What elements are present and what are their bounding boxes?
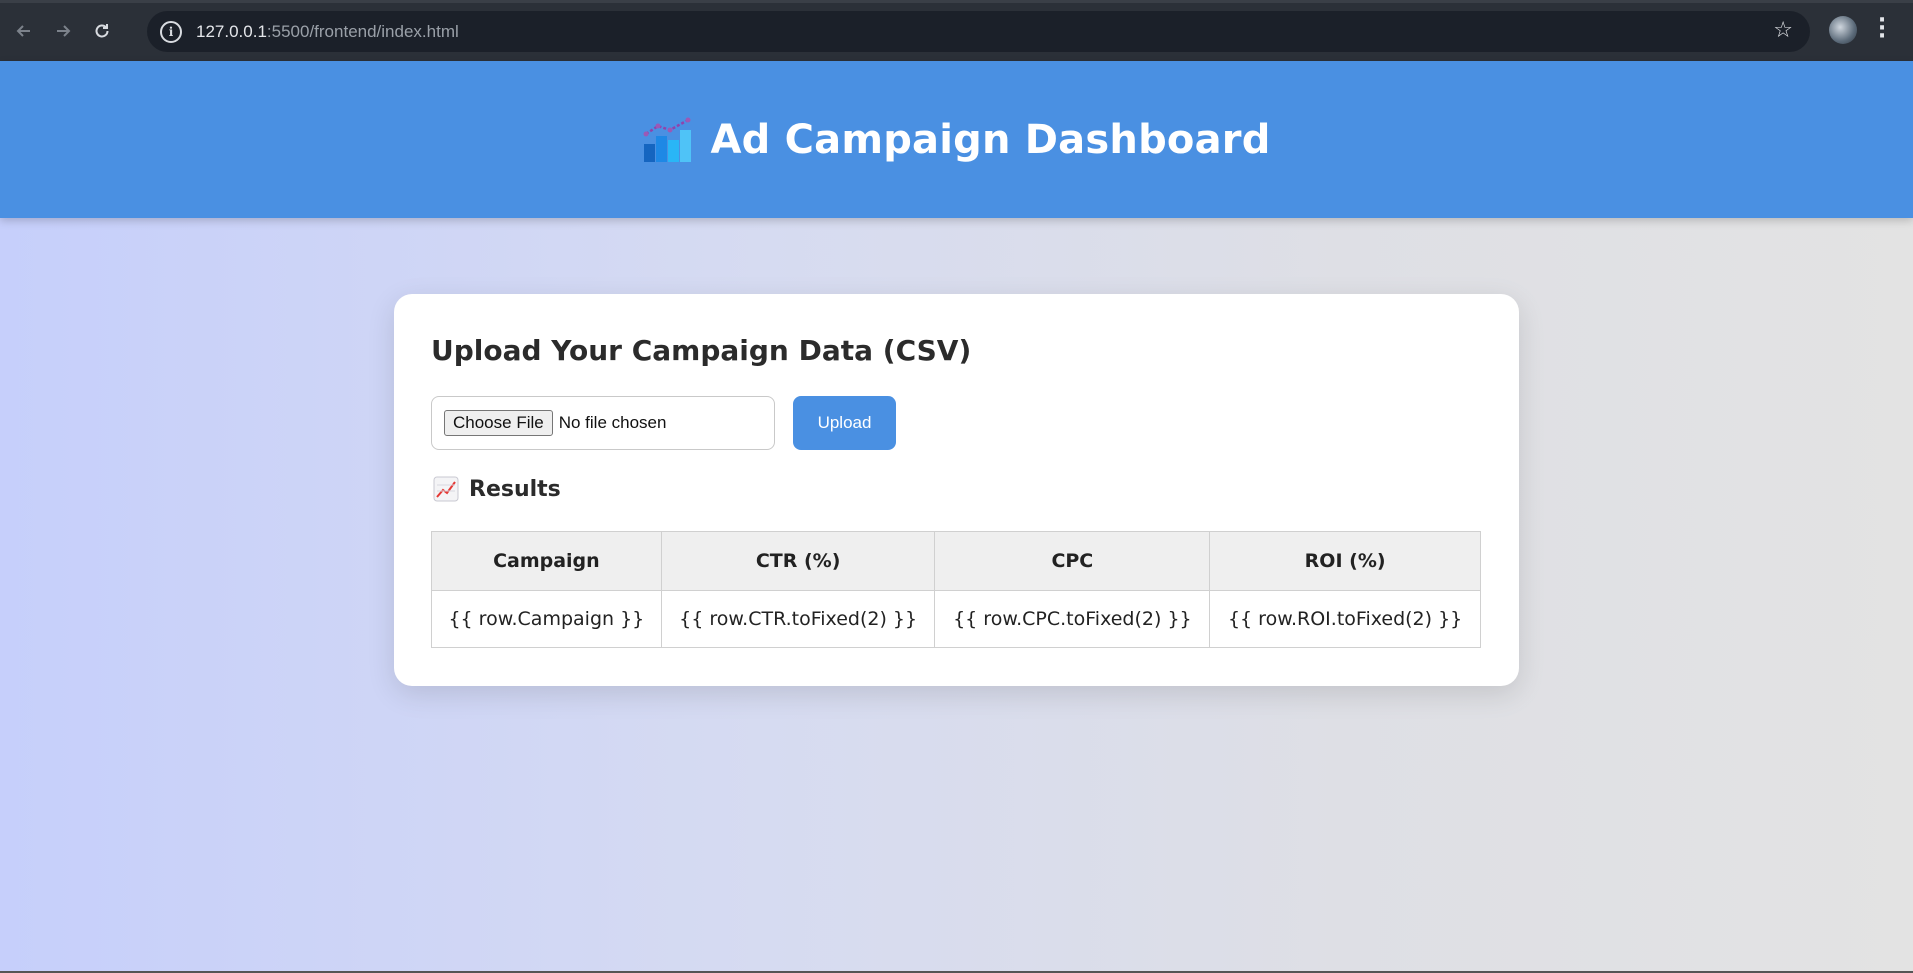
cell-ctr: {{ row.CTR.toFixed(2) }} (660, 590, 936, 648)
star-icon[interactable]: ☆ (1773, 18, 1793, 43)
profile-avatar[interactable] (1829, 16, 1857, 44)
results-label: Results (469, 476, 561, 502)
kebab-menu-icon[interactable]: · · · (1876, 10, 1888, 48)
results-table: Campaign CTR (%) CPC ROI (%) {{ row.Camp… (431, 531, 1481, 648)
dashboard-header: Ad Campaign Dashboard (0, 61, 1913, 218)
arrow-left-icon (16, 24, 30, 37)
upload-heading: Upload Your Campaign Data (CSV) (431, 334, 972, 367)
cell-cpc: {{ row.CPC.toFixed(2) }} (934, 590, 1211, 648)
results-heading: Results (433, 476, 561, 502)
file-status-text: No file chosen (558, 413, 667, 432)
upload-button[interactable]: Upload (793, 396, 896, 450)
file-input[interactable]: Choose File No file chosen (431, 396, 775, 450)
cell-roi: {{ row.ROI.toFixed(2) }} (1209, 590, 1481, 648)
table-row: {{ row.Campaign }} {{ row.CTR.toFixed(2)… (431, 590, 1481, 648)
column-header-roi: ROI (%) (1209, 531, 1481, 591)
column-header-cpc: CPC (934, 531, 1211, 591)
browser-toolbar: i 127.0.0.1:5500/frontend/index.html ☆ ·… (0, 0, 1913, 61)
page-body: Ad Campaign Dashboard Upload Your Campai… (0, 61, 1913, 973)
address-bar[interactable]: i 127.0.0.1:5500/frontend/index.html ☆ (147, 11, 1810, 52)
back-button[interactable] (9, 16, 39, 46)
site-info-icon[interactable]: i (160, 20, 182, 43)
reload-button[interactable] (87, 16, 117, 46)
column-header-campaign: Campaign (431, 531, 662, 591)
choose-file-button[interactable]: Choose File (444, 410, 553, 436)
page-title: Ad Campaign Dashboard (710, 116, 1271, 163)
url-host: 127.0.0.1 (196, 21, 267, 41)
url-path: :5500/frontend/index.html (266, 21, 459, 41)
column-header-ctr: CTR (%) (660, 531, 936, 591)
chart-increasing-icon (433, 476, 459, 502)
upload-card: Upload Your Campaign Data (CSV) Choose F… (394, 294, 1519, 686)
cell-campaign: {{ row.Campaign }} (431, 590, 662, 648)
reload-icon (95, 23, 109, 37)
forward-button[interactable] (48, 16, 78, 46)
arrow-right-icon (57, 24, 71, 37)
table-header-row: Campaign CTR (%) CPC ROI (%) (431, 531, 1481, 591)
url-text[interactable]: 127.0.0.1:5500/frontend/index.html (196, 22, 459, 42)
tab-strip-edge (0, 0, 1913, 3)
bar-chart-icon (643, 117, 692, 162)
